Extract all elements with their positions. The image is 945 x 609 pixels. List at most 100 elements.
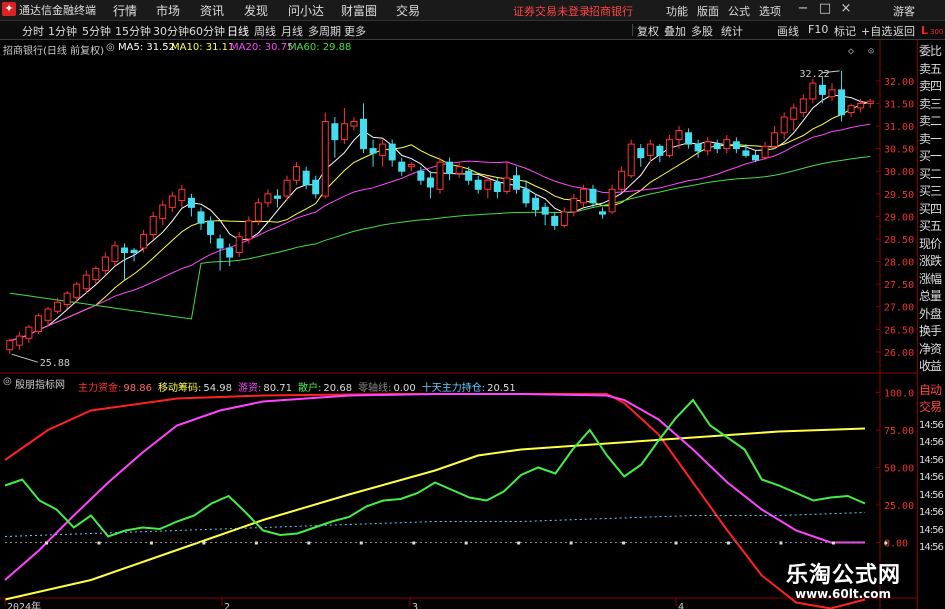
btn-fuquan[interactable]: 复权 (637, 23, 659, 39)
candle-body (560, 211, 568, 226)
period-more[interactable]: 更多 (344, 23, 366, 39)
side-panel-item: 交易 (919, 400, 942, 414)
user-label[interactable]: 游客 (893, 3, 915, 19)
x-axis-label: 2 (224, 602, 230, 609)
zero-axis-dot (622, 541, 626, 545)
candle-body (293, 166, 301, 181)
x-axis-label: 3 (412, 602, 418, 609)
indicator-line-3 (4, 398, 866, 538)
candle-body (618, 170, 626, 190)
btn-biaoji[interactable]: 标记 (834, 23, 856, 39)
side-panel-item: 收益 (919, 359, 942, 373)
menu-caifuquan[interactable]: 财富圈 (341, 2, 377, 19)
candle-body (589, 188, 597, 204)
zero-axis-dot (884, 541, 888, 545)
btn-back[interactable]: 返回 (893, 23, 915, 39)
indicator-toggle-icon[interactable]: ◎ (3, 376, 12, 387)
candle-body (704, 141, 712, 152)
toolbar-divider (632, 24, 633, 36)
candle-body (579, 188, 587, 204)
trade-login-link[interactable]: 证券交易未登录 (513, 3, 590, 19)
menu-wenxiaoda[interactable]: 问小达 (288, 2, 324, 19)
kline-chart-area[interactable]: 32.0031.5031.0030.5030.0029.5029.0028.50… (0, 40, 917, 609)
ma60-label: MA60: 29.88 (288, 42, 352, 53)
main-y-tick-label: 32.00 (884, 77, 914, 88)
indicator-value-1: 54.98 (203, 383, 233, 394)
candle-body (685, 132, 693, 145)
side-panel-item: 卖五 (919, 61, 942, 76)
tool-banmian[interactable]: 版面 (697, 3, 719, 19)
candle-body (44, 308, 52, 321)
candle-body (15, 335, 23, 346)
sub-y-tick-label: 0.00 (884, 539, 908, 550)
candle-body (532, 197, 540, 211)
candle-body (101, 256, 109, 272)
candle-body (331, 123, 339, 141)
side-panel-item: 14:56 (919, 419, 944, 431)
candle-body (818, 84, 826, 95)
zero-axis-dot (359, 541, 363, 545)
side-panel-item: 卖四 (919, 79, 942, 93)
period-toolbar: 分时 1分钟 5分钟 15分钟 30分钟 60分钟 日线 周线 月线 多周期 更… (0, 21, 945, 40)
tool-gongneng[interactable]: 功能 (666, 3, 688, 19)
indicator-title: 殷朋指标网 (15, 380, 65, 391)
candle-body (742, 150, 750, 156)
ma-toggle-icon[interactable]: ◎ (106, 42, 115, 53)
period-fenshi[interactable]: 分时 (22, 23, 44, 39)
high-marker-label: 32.22 (800, 69, 830, 80)
close-icon[interactable]: × (838, 1, 854, 16)
period-5min[interactable]: 5分钟 (82, 23, 111, 39)
candle-body (599, 211, 607, 215)
candle-body (723, 139, 731, 150)
side-panel-item: 自动 (919, 382, 942, 397)
candle-body (512, 175, 520, 190)
candle-body (121, 247, 129, 254)
stock-name-link[interactable]: 招商银行 (589, 3, 633, 19)
side-panel-item: 外盘 (919, 306, 942, 321)
maximize-icon[interactable]: □ (817, 1, 833, 16)
candle-body (360, 118, 368, 150)
menu-jiaoyi[interactable]: 交易 (396, 2, 420, 19)
btn-tongji[interactable]: 统计 (721, 23, 743, 39)
candle-body (675, 130, 683, 141)
menu-shichang[interactable]: 市场 (156, 2, 180, 19)
indicator-value-4: 0.00 (393, 383, 416, 394)
tool-gongshi[interactable]: 公式 (728, 3, 750, 19)
candle-body (302, 170, 310, 186)
candle-body (780, 116, 788, 134)
main-y-tick-label: 29.50 (884, 190, 914, 201)
candle-body (474, 179, 482, 190)
btn-duogu[interactable]: 多股 (691, 23, 713, 39)
side-panel-item: 换手 (919, 324, 942, 338)
period-weekly[interactable]: 周线 (254, 23, 276, 39)
indicator-item-5: 十天主力持仓: 20.51 (421, 383, 516, 394)
ma-line-ma20 (9, 123, 871, 342)
candle-body (570, 197, 578, 213)
chart-option-icon: ◇ (848, 46, 854, 57)
btn-add-watchlist[interactable]: +自选 (861, 23, 892, 39)
period-1min[interactable]: 1分钟 (48, 23, 77, 39)
candle-body (379, 143, 387, 156)
side-panel-item: 净资 (919, 341, 942, 356)
period-15min[interactable]: 15分钟 (115, 23, 151, 39)
watermark-url: www.60lt.com (795, 587, 892, 601)
btn-huaxian[interactable]: 画线 (777, 23, 799, 39)
period-multi[interactable]: 多周期 (308, 23, 341, 39)
side-panel-item: 卖三 (919, 96, 942, 111)
btn-f10[interactable]: F10 (808, 23, 828, 36)
menu-zixun[interactable]: 资讯 (200, 2, 224, 19)
minimize-icon[interactable]: − (795, 1, 811, 16)
btn-diejia[interactable]: 叠加 (664, 23, 686, 39)
candle-body (340, 123, 348, 141)
candle-body (761, 145, 769, 159)
tool-xuanxiang[interactable]: 选项 (759, 3, 781, 19)
candle-body (216, 238, 224, 249)
period-monthly[interactable]: 月线 (281, 23, 303, 39)
menu-hangqing[interactable]: 行情 (113, 2, 137, 19)
period-daily[interactable]: 日线 (227, 23, 249, 39)
period-30min[interactable]: 30分钟 (153, 23, 189, 39)
menu-faxian[interactable]: 发现 (244, 2, 268, 19)
period-60min[interactable]: 60分钟 (189, 23, 225, 39)
candle-body (407, 163, 415, 168)
side-panel-item: 买四 (919, 201, 942, 216)
